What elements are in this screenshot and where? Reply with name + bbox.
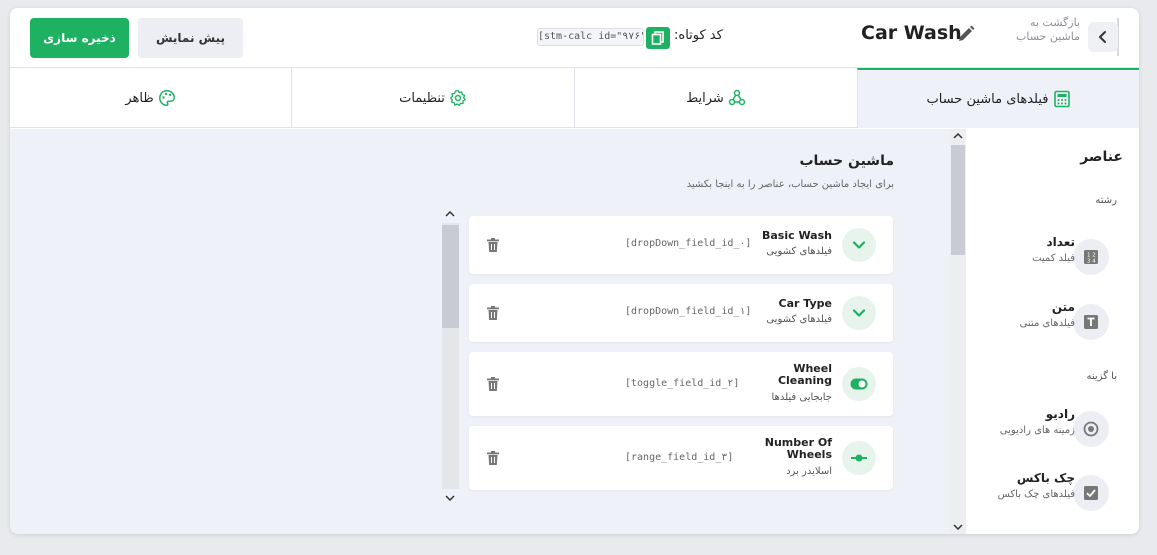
sidebar-title: عناصر [1080, 149, 1123, 165]
tab-label: ظاهر [125, 90, 154, 106]
tab-calculator-fields[interactable]: فیلدهای ماشین حساب [857, 68, 1139, 128]
builder-scroll-up-icon[interactable] [442, 207, 458, 221]
tab-label: تنظیمات [399, 90, 445, 106]
conditions-icon [728, 89, 746, 106]
palette-icon [158, 90, 175, 106]
tab-label: فیلدهای ماشین حساب [926, 91, 1049, 107]
sidebar-scrollbar[interactable] [950, 129, 966, 534]
text-icon [1084, 315, 1098, 329]
element-desc: فیلدهای متنی [1019, 318, 1075, 329]
field-id: [dropDown_field_id_۱] [625, 306, 752, 317]
field-type-badge [842, 367, 876, 401]
sidebar-item-text[interactable]: متن فیلدهای متنی [967, 294, 1139, 344]
tab-settings[interactable]: تنظیمات [291, 68, 574, 128]
trash-icon[interactable] [485, 450, 501, 466]
sidebar-item-quantity[interactable]: 1 23 4 تعداد فیلد کمیت [967, 229, 1139, 279]
sidebar-scroll-down-icon[interactable] [950, 520, 966, 534]
tab-conditions[interactable]: شرایط [574, 68, 857, 128]
tab-bar: فیلدهای ماشین حساب شرایط تنظیمات ظاهر [10, 68, 1139, 128]
svg-text:3 4: 3 4 [1087, 259, 1096, 265]
copy-shortcode-button[interactable] [646, 27, 670, 49]
field-type: فیلدهای کشویی [766, 246, 832, 257]
app-frame: بازگشت به ماشین حساب Car Wash کد کوتاه: … [10, 8, 1139, 534]
slider-icon [851, 454, 867, 462]
field-type: فیلدهای کشویی [766, 314, 832, 325]
tab-label: شرایط [686, 90, 724, 106]
builder-scrollbar[interactable] [442, 223, 459, 489]
sidebar-item-checkbox[interactable]: چک باکس فیلدهای چک باکس [967, 465, 1139, 515]
element-desc: فیلد کمیت [1032, 253, 1075, 264]
field-name: Car Type [778, 297, 832, 310]
element-desc: زمینه های رادیویی [999, 425, 1075, 436]
field-type: جابجایی فیلدها [771, 392, 833, 403]
field-name: Number Of Wheels [764, 436, 832, 461]
preview-button[interactable]: پیش نمایش [138, 18, 243, 58]
sidebar-scroll-thumb[interactable] [951, 145, 965, 255]
gear-icon [449, 89, 466, 107]
field-type: اسلایدر برد [786, 466, 832, 477]
element-label: رادیو [1045, 407, 1075, 421]
element-icon-wrap [1073, 411, 1109, 447]
calculator-icon [1053, 90, 1070, 108]
element-icon-wrap [1073, 475, 1109, 511]
field-row-wheel-cleaning[interactable]: Wheel Cleaning جابجایی فیلدها [toggle_fi… [469, 352, 893, 416]
trash-icon[interactable] [485, 305, 501, 321]
element-label: چک باکس [1016, 471, 1075, 485]
element-label: متن [1051, 300, 1075, 314]
chevron-down-icon [852, 241, 866, 249]
field-type-badge [842, 441, 876, 475]
field-id: [range_field_id_۳] [625, 452, 734, 463]
back-label[interactable]: بازگشت به ماشین حساب [1016, 16, 1080, 44]
element-desc: فیلدهای چک باکس [997, 489, 1075, 500]
pencil-icon[interactable] [956, 24, 976, 44]
field-row-car-type[interactable]: Car Type فیلدهای کشویی [dropDown_field_i… [469, 284, 893, 342]
element-icon-wrap: 1 23 4 [1073, 239, 1109, 275]
sidebar-group-label: با گزینه [1086, 371, 1117, 382]
field-row-basic-wash[interactable]: Basic Wash فیلدهای کشویی [dropDown_field… [469, 216, 893, 274]
shortcode-label: کد کوتاه: [674, 28, 723, 43]
checkbox-icon [1084, 486, 1098, 500]
sidebar-group-label: رشته [1095, 195, 1117, 206]
field-name: Basic Wash [761, 229, 832, 242]
save-button[interactable]: ذخیره سازی [30, 18, 129, 58]
field-name: Wheel Cleaning [777, 362, 832, 387]
toggle-icon [850, 378, 868, 390]
sidebar-scroll-up-icon[interactable] [950, 129, 966, 143]
chevron-down-icon [852, 309, 866, 317]
header: بازگشت به ماشین حساب Car Wash کد کوتاه: … [10, 8, 1139, 68]
chevron-left-icon [1099, 31, 1106, 43]
radio-icon [1083, 421, 1099, 437]
calculator-title: Car Wash [861, 22, 962, 44]
copy-icon [651, 31, 664, 45]
field-type-badge [842, 228, 876, 262]
field-id: [toggle_field_id_۲] [625, 378, 740, 389]
tab-appearance[interactable]: ظاهر [10, 68, 291, 128]
builder-title: ماشین حساب [799, 153, 894, 169]
shortcode-value[interactable]: [stm-calc id="۹۷۶"] [537, 28, 644, 46]
builder-area[interactable]: ماشین حساب برای ایجاد ماشین حساب، عناصر … [10, 129, 950, 534]
builder-scroll-down-icon[interactable] [442, 491, 458, 505]
number-icon: 1 23 4 [1084, 250, 1098, 265]
trash-icon[interactable] [485, 376, 501, 392]
field-row-number-of-wheels[interactable]: Number Of Wheels اسلایدر برد [range_fiel… [469, 426, 893, 490]
element-icon-wrap [1073, 304, 1109, 340]
builder-subtitle: برای ایجاد ماشین حساب، عناصر را به اینجا… [686, 179, 894, 190]
back-button[interactable] [1088, 22, 1118, 52]
elements-sidebar: عناصر رشته 1 23 4 تعداد فیلد کمیت متن فی… [967, 129, 1139, 534]
trash-icon[interactable] [485, 237, 501, 253]
element-label: تعداد [1046, 235, 1075, 249]
field-type-badge [842, 296, 876, 330]
scroll-thumb[interactable] [442, 225, 459, 328]
field-id: [dropDown_field_id_۰] [625, 238, 752, 249]
sidebar-item-radio[interactable]: رادیو زمینه های رادیویی [967, 401, 1139, 451]
